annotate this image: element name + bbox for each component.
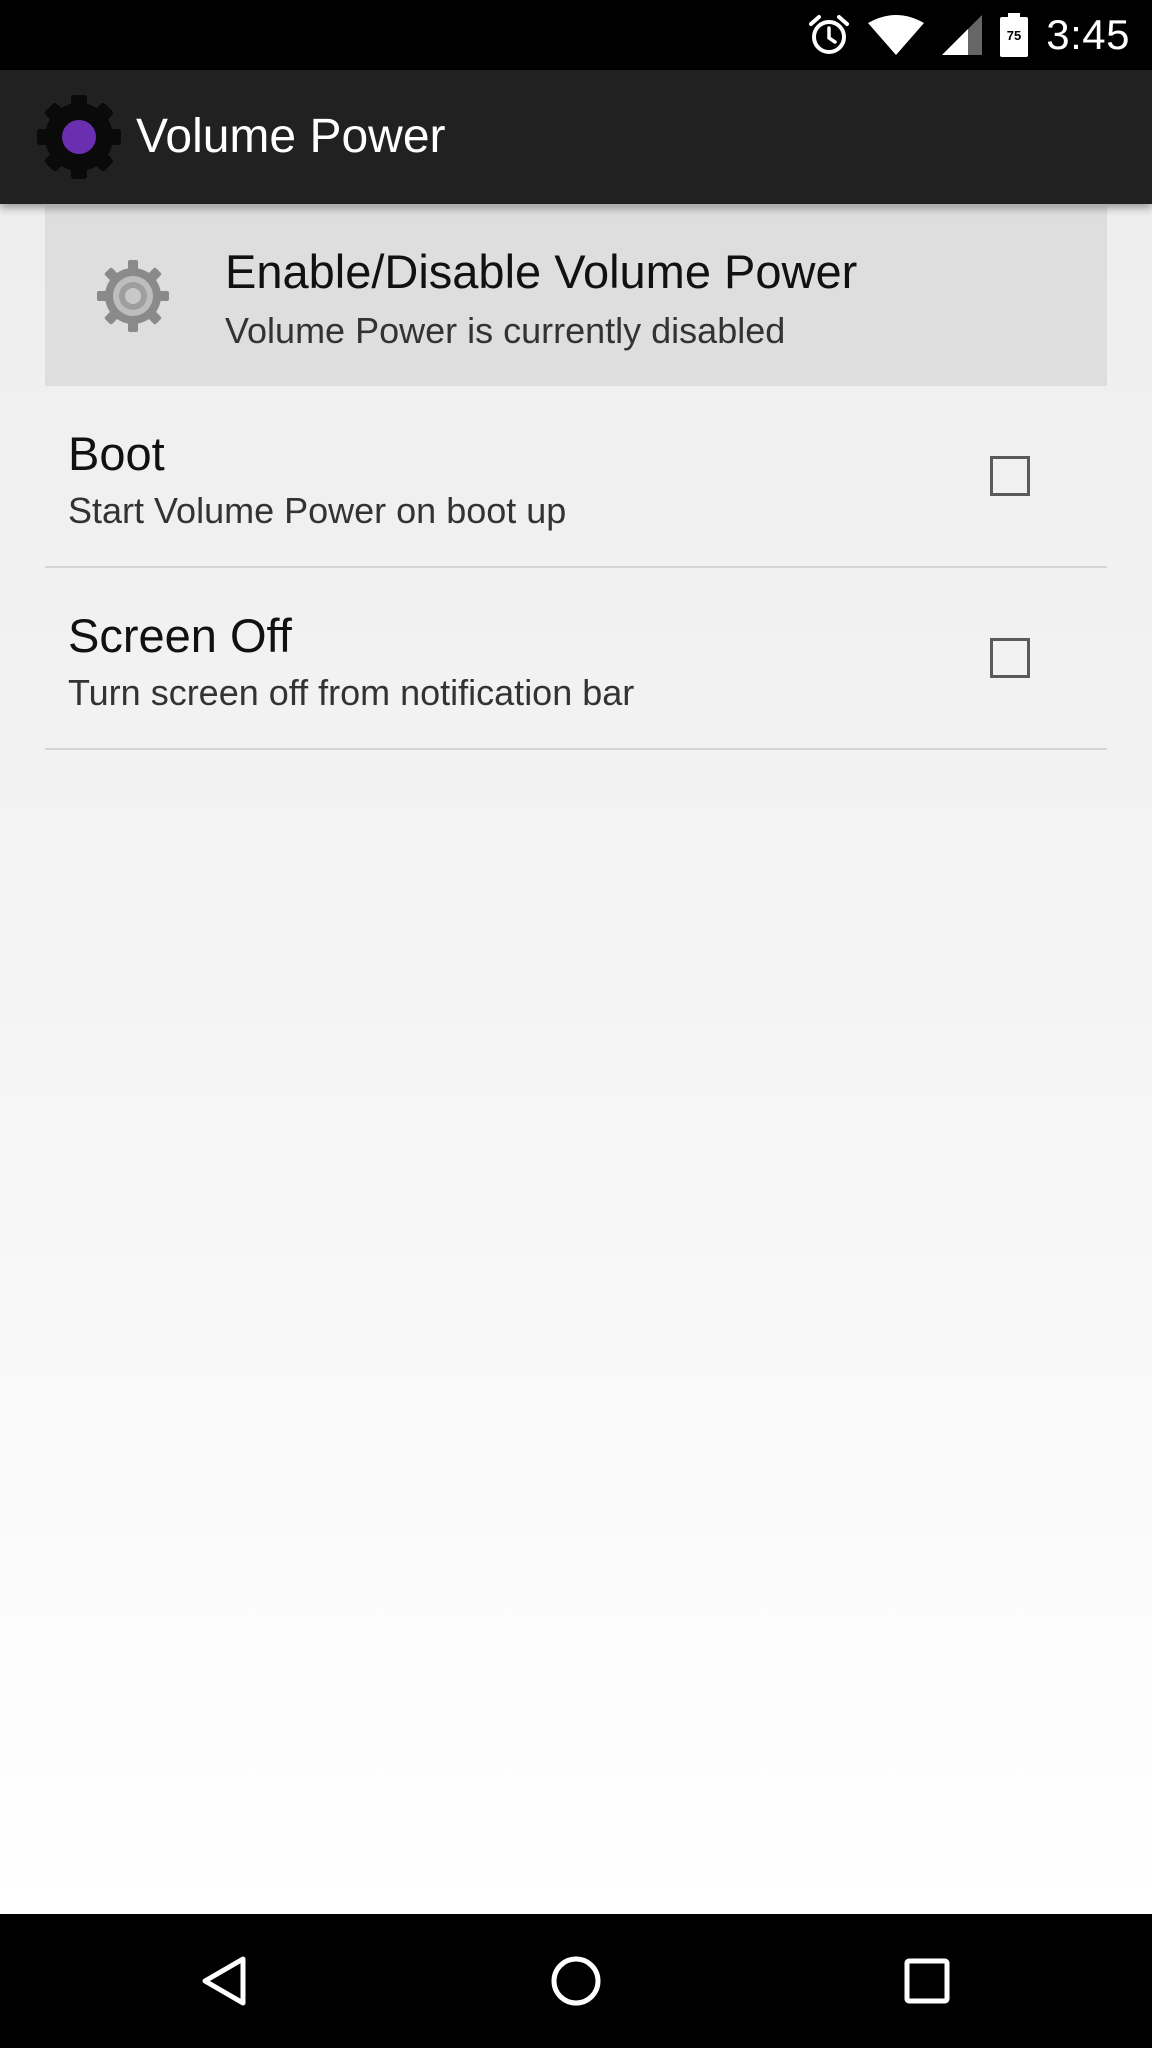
status-bar: 75 3:45 xyxy=(0,0,1152,70)
back-button[interactable] xyxy=(185,1941,265,2021)
home-icon xyxy=(551,1956,601,2006)
back-icon xyxy=(202,1956,246,2006)
screen-off-title: Screen Off xyxy=(68,609,292,662)
boot-checkbox[interactable] xyxy=(990,456,1030,496)
navigation-bar xyxy=(0,1914,1152,2048)
battery-icon: 75 xyxy=(1000,13,1029,57)
status-time: 3:45 xyxy=(1046,11,1130,58)
recents-icon xyxy=(904,1958,950,2004)
enable-summary: Volume Power is currently disabled xyxy=(225,310,786,351)
enable-disable-preference[interactable]: Enable/Disable Volume Power Volume Power… xyxy=(45,206,1107,386)
alarm-icon xyxy=(809,15,850,54)
volume-power-logo-icon xyxy=(37,95,121,179)
enable-title: Enable/Disable Volume Power xyxy=(225,245,858,298)
recents-button[interactable] xyxy=(887,1941,967,2021)
boot-title: Boot xyxy=(68,427,165,480)
gear-icon xyxy=(97,260,169,332)
preferences-list: Enable/Disable Volume Power Volume Power… xyxy=(0,204,1152,1914)
cell-signal-icon xyxy=(942,15,983,55)
status-icons: 75 3:45 xyxy=(808,0,1130,70)
screen-off-summary: Turn screen off from notification bar xyxy=(68,672,635,713)
app-title: Volume Power xyxy=(136,110,446,163)
screen-off-checkbox[interactable] xyxy=(990,638,1030,678)
home-button[interactable] xyxy=(536,1941,616,2021)
screen-off-preference[interactable]: Screen Off Turn screen off from notifica… xyxy=(45,568,1107,750)
boot-summary: Start Volume Power on boot up xyxy=(68,490,567,531)
wifi-icon xyxy=(868,15,925,55)
app-bar: Volume Power xyxy=(0,70,1152,204)
boot-preference[interactable]: Boot Start Volume Power on boot up xyxy=(45,386,1107,568)
battery-level-text: 75 xyxy=(1007,28,1021,43)
